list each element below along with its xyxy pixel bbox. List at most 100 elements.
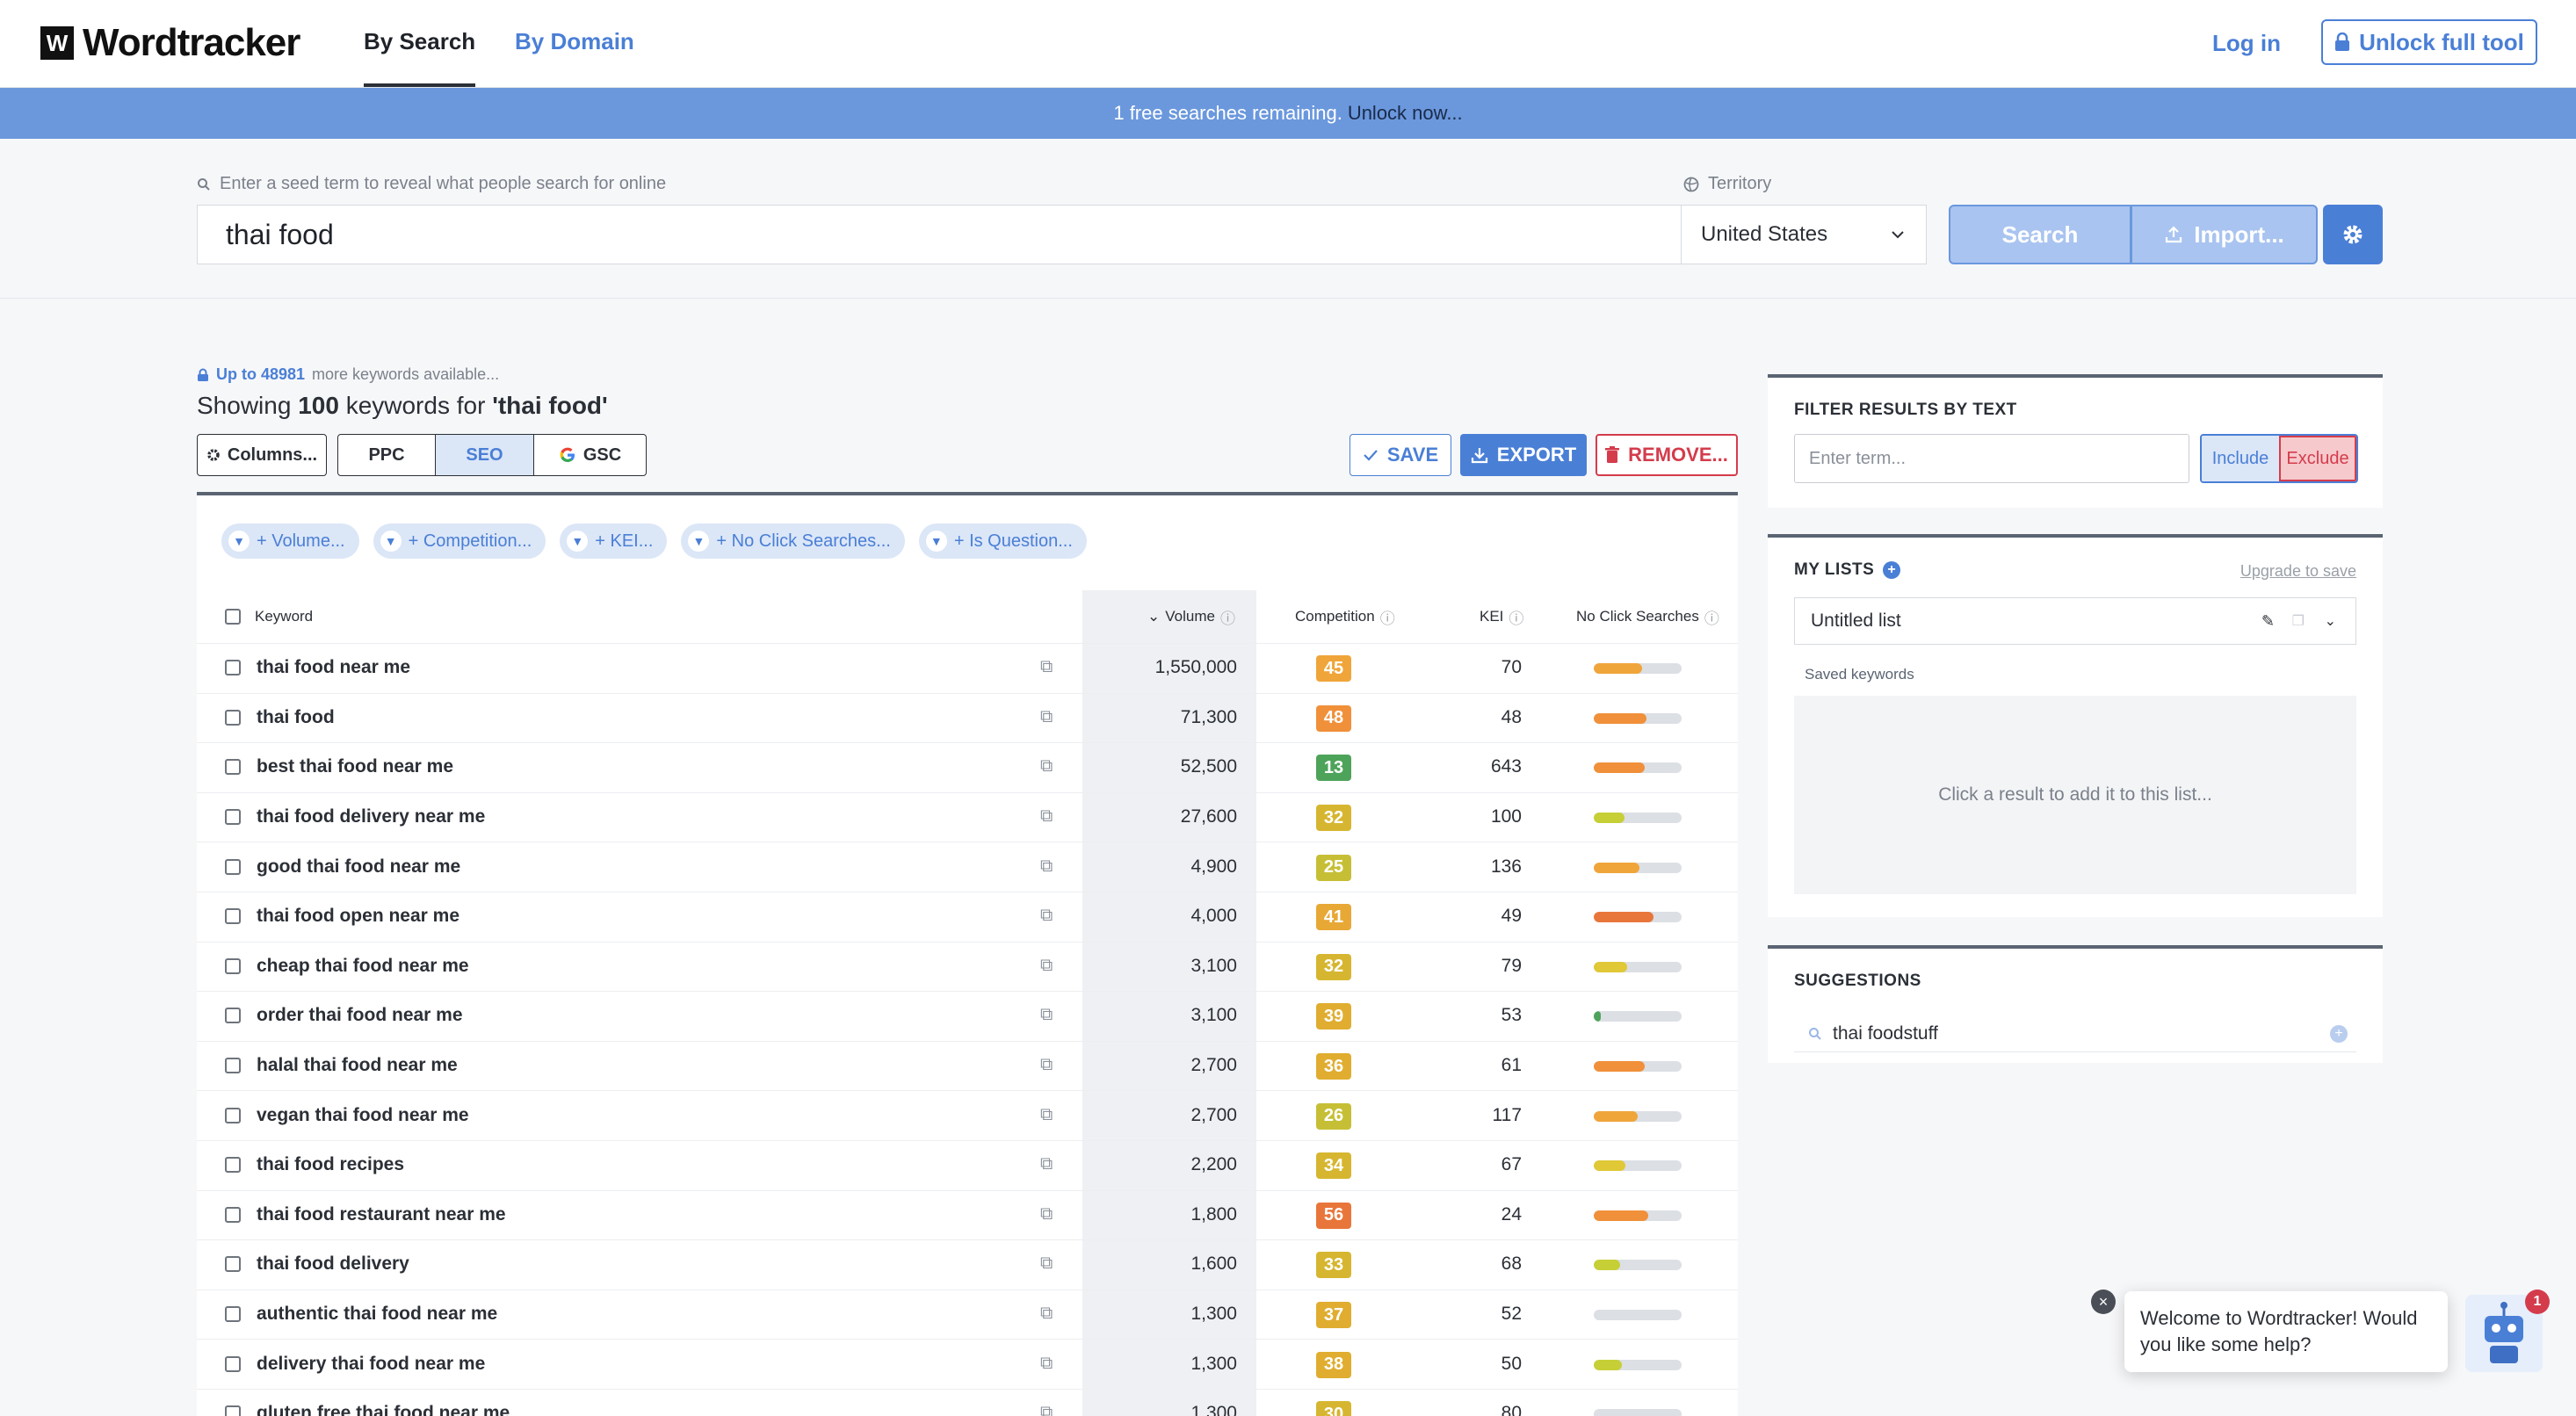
table-row[interactable]: thai food near me ⧉ 1,550,000 45 70 [197,643,1738,693]
chat-welcome-bubble[interactable]: Welcome to Wordtracker! Would you like s… [2124,1291,2448,1372]
tab-by-search[interactable]: By Search [364,28,476,87]
external-link-icon[interactable]: ⧉ [1040,1105,1053,1125]
table-row[interactable]: gluten free thai food near me ⧉ 1,300 30… [197,1389,1738,1416]
exclude-button[interactable]: Exclude [2279,436,2356,481]
column-no-click-header[interactable]: No Click Searches ⓘ [1576,590,1719,643]
keyword-cell[interactable]: order thai food near me [257,1005,463,1026]
table-row[interactable]: delivery thai food near me ⧉ 1,300 38 50 [197,1339,1738,1389]
chevron-down-icon[interactable]: ⌄ [2325,612,2336,630]
row-checkbox[interactable] [225,709,241,726]
keyword-cell[interactable]: thai food recipes [257,1154,404,1175]
table-row[interactable]: halal thai food near me ⧉ 2,700 36 61 [197,1040,1738,1091]
filter-chip-volume[interactable]: ▼ + Volume... [221,524,359,559]
filter-chip-competition[interactable]: ▼ + Competition... [373,524,546,559]
keyword-cell[interactable]: vegan thai food near me [257,1105,469,1126]
external-link-icon[interactable]: ⧉ [1040,906,1053,926]
list-select[interactable]: Untitled list ✎ ❐ ⌄ [1794,597,2356,645]
add-suggestion-icon[interactable]: + [2330,1024,2348,1043]
upgrade-to-save-link[interactable]: Upgrade to save [2240,562,2356,581]
column-keyword[interactable]: Keyword [255,608,313,625]
remove-button[interactable]: REMOVE... [1596,434,1738,476]
search-button[interactable]: Search [1949,205,2131,264]
row-checkbox[interactable] [225,809,241,826]
external-link-icon[interactable]: ⧉ [1040,1154,1053,1174]
filter-term-input[interactable]: Enter term... [1794,434,2189,483]
table-row[interactable]: thai food delivery ⧉ 1,600 33 68 [197,1239,1738,1290]
save-button[interactable]: SAVE [1350,434,1451,476]
tab-ppc[interactable]: PPC [337,434,436,476]
table-row[interactable]: best thai food near me ⧉ 52,500 13 643 [197,742,1738,792]
login-link[interactable]: Log in [2212,30,2281,57]
row-checkbox[interactable] [225,1107,241,1123]
external-link-icon[interactable]: ⧉ [1040,657,1053,677]
row-checkbox[interactable] [225,957,241,974]
row-checkbox[interactable] [225,1306,241,1323]
table-row[interactable]: thai food open near me ⧉ 4,000 41 49 [197,892,1738,942]
row-checkbox[interactable] [225,1206,241,1223]
wordtracker-logo[interactable]: W Wordtracker [40,21,300,65]
row-checkbox[interactable] [225,1256,241,1273]
external-link-icon[interactable]: ⧉ [1040,856,1053,877]
copy-icon[interactable]: ❐ [2292,612,2305,630]
column-volume-header[interactable]: ⌄ Volume ⓘ [1147,590,1235,643]
row-checkbox[interactable] [225,1157,241,1174]
table-row[interactable]: thai food delivery near me ⧉ 27,600 32 1… [197,791,1738,842]
external-link-icon[interactable]: ⧉ [1040,806,1053,827]
column-competition-header[interactable]: Competition ⓘ [1295,590,1395,643]
seed-term-input[interactable]: thai food [197,205,1682,264]
keyword-cell[interactable]: gluten free thai food near me [257,1403,510,1416]
columns-button[interactable]: Columns... [197,434,327,476]
keyword-cell[interactable]: thai food open near me [257,906,459,927]
suggestion-item[interactable]: thai foodstuff + [1794,1015,2356,1052]
keyword-cell[interactable]: cheap thai food near me [257,956,469,977]
tab-gsc[interactable]: GSC [534,434,647,476]
external-link-icon[interactable]: ⧉ [1040,707,1053,727]
external-link-icon[interactable]: ⧉ [1040,756,1053,777]
table-row[interactable]: authentic thai food near me ⧉ 1,300 37 5… [197,1289,1738,1340]
row-checkbox[interactable] [225,1355,241,1372]
table-row[interactable]: good thai food near me ⧉ 4,900 25 136 [197,842,1738,892]
external-link-icon[interactable]: ⧉ [1040,1354,1053,1374]
keyword-cell[interactable]: thai food delivery [257,1253,409,1275]
external-link-icon[interactable]: ⧉ [1040,956,1053,976]
external-link-icon[interactable]: ⧉ [1040,1403,1053,1416]
keyword-cell[interactable]: thai food near me [257,657,410,678]
tab-seo[interactable]: SEO [436,434,534,476]
row-checkbox[interactable] [225,660,241,676]
table-row[interactable]: vegan thai food near me ⧉ 2,700 26 117 [197,1090,1738,1140]
export-button[interactable]: EXPORT [1460,434,1587,476]
table-row[interactable]: thai food recipes ⧉ 2,200 34 67 [197,1140,1738,1190]
row-checkbox[interactable] [225,908,241,925]
include-button[interactable]: Include [2202,436,2279,481]
chat-close-button[interactable]: × [2091,1290,2116,1314]
table-row[interactable]: thai food ⧉ 71,300 48 48 [197,692,1738,743]
unlock-full-tool-button[interactable]: Unlock full tool [2321,19,2537,65]
territory-select[interactable]: United States [1681,205,1927,264]
add-list-icon[interactable]: + [1883,561,1901,579]
keyword-cell[interactable]: delivery thai food near me [257,1354,485,1375]
unlock-now-link[interactable]: Unlock now... [1348,102,1463,125]
pencil-icon[interactable]: ✎ [2261,612,2275,631]
table-row[interactable]: order thai food near me ⧉ 3,100 39 53 [197,991,1738,1041]
row-checkbox[interactable] [225,759,241,776]
external-link-icon[interactable]: ⧉ [1040,1204,1053,1225]
column-kei-header[interactable]: KEI ⓘ [1480,590,1523,643]
keyword-cell[interactable]: halal thai food near me [257,1055,458,1076]
filter-chip-no-click[interactable]: ▼ + No Click Searches... [681,524,905,559]
tab-by-domain[interactable]: By Domain [515,28,634,55]
row-checkbox[interactable] [225,1405,241,1416]
row-checkbox[interactable] [225,1058,241,1074]
select-all-checkbox[interactable] [225,609,241,625]
row-checkbox[interactable] [225,858,241,875]
external-link-icon[interactable]: ⧉ [1040,1005,1053,1025]
external-link-icon[interactable]: ⧉ [1040,1055,1053,1075]
keyword-cell[interactable]: good thai food near me [257,856,460,878]
table-row[interactable]: thai food restaurant near me ⧉ 1,800 56 … [197,1189,1738,1240]
keyword-cell[interactable]: thai food [257,707,335,728]
settings-button[interactable] [2323,205,2383,264]
keyword-cell[interactable]: thai food delivery near me [257,806,485,827]
external-link-icon[interactable]: ⧉ [1040,1304,1053,1324]
external-link-icon[interactable]: ⧉ [1040,1253,1053,1274]
keyword-cell[interactable]: thai food restaurant near me [257,1204,506,1225]
import-button[interactable]: Import... [2131,205,2318,264]
